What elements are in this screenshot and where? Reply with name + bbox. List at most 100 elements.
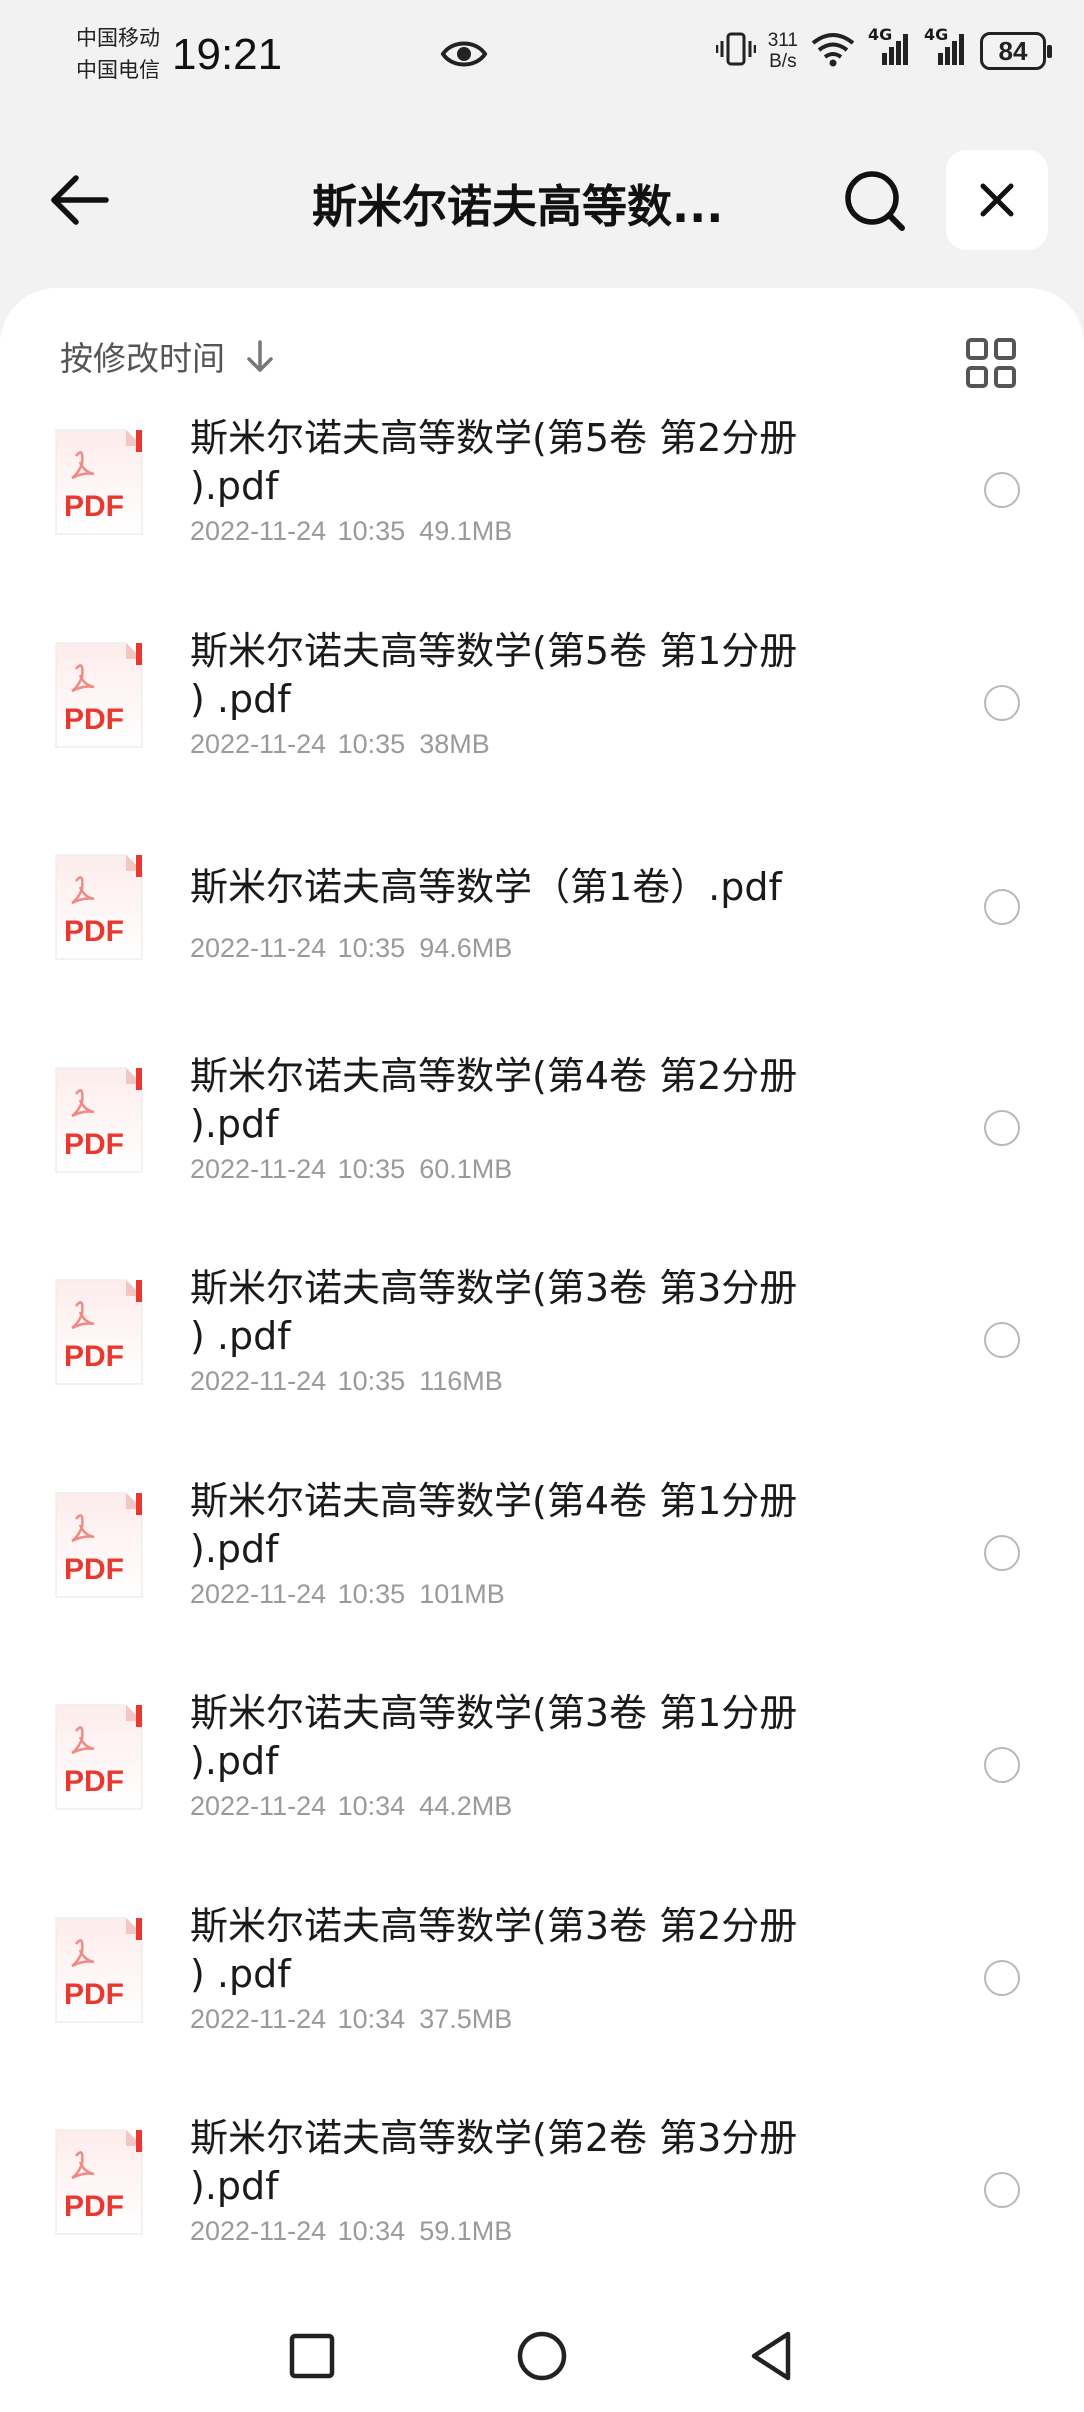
file-date: 2022-11-24 10:34 xyxy=(190,2216,406,2246)
list-item[interactable]: PDF 斯米尔诺夫高等数学(第5卷 第2分册).pdf 2022-11-24 10:… xyxy=(0,408,1084,620)
file-name-line-2: ).pdf xyxy=(190,1102,279,1146)
list-item[interactable]: PDF 斯米尔诺夫高等数学(第4卷 第2分册).pdf 2022-11-24 10:… xyxy=(0,1046,1084,1258)
back-nav-button[interactable] xyxy=(740,2324,804,2388)
file-meta: 2022-11-24 10:35 49.1MB xyxy=(190,516,512,547)
file-date: 2022-11-24 10:35 xyxy=(190,1154,406,1184)
search-icon xyxy=(845,171,905,231)
file-name-line-2: ).pdf xyxy=(190,2164,279,2208)
select-radio[interactable] xyxy=(984,2172,1020,2208)
file-name: 斯米尔诺夫高等数学(第5卷 第2分册).pdf xyxy=(190,414,890,510)
list-item[interactable]: PDF 斯米尔诺夫高等数学(第3卷 第3分册) .pdf 2022-11-24 10… xyxy=(0,1258,1084,1470)
file-meta: 2022-11-24 10:35 38MB xyxy=(190,729,490,760)
file-name-line-1: 斯米尔诺夫高等数学(第3卷 第1分册 xyxy=(190,1691,798,1735)
file-size: 38MB xyxy=(419,729,490,759)
carrier-1: 中国移动 xyxy=(76,26,160,50)
select-radio[interactable] xyxy=(984,1322,1020,1358)
file-name: 斯米尔诺夫高等数学(第3卷 第2分册) .pdf xyxy=(190,1902,890,1998)
file-meta: 2022-11-24 10:34 44.2MB xyxy=(190,1791,512,1822)
file-date: 2022-11-24 10:35 xyxy=(190,933,406,963)
list-item[interactable]: PDF 斯米尔诺夫高等数学(第2卷 第3分册).pdf 2022-11-24 10:… xyxy=(0,2108,1084,2320)
file-date: 2022-11-24 10:35 xyxy=(190,516,406,546)
pdf-file-icon: PDF xyxy=(52,1064,146,1176)
clock: 19:21 xyxy=(172,30,283,79)
file-name-line-1: 斯米尔诺夫高等数学(第4卷 第2分册 xyxy=(190,1054,798,1098)
list-item[interactable]: PDF 斯米尔诺夫高等数学(第4卷 第1分册).pdf 2022-11-24 10:… xyxy=(0,1471,1084,1683)
file-name-line-2: ) .pdf xyxy=(190,1314,291,1358)
pdf-icon-label: PDF xyxy=(64,1978,124,2011)
select-radio[interactable] xyxy=(984,1535,1020,1571)
file-name-line-1: 斯米尔诺夫高等数学（第1卷）.pdf xyxy=(190,865,782,909)
network-type-1: 4G xyxy=(868,25,893,44)
pdf-file-icon: PDF xyxy=(52,851,146,963)
pdf-icon-label: PDF xyxy=(64,1340,124,1373)
recents-button[interactable] xyxy=(280,2324,344,2388)
file-size: 49.1MB xyxy=(419,516,513,546)
network-speed: 311 B/s xyxy=(768,30,798,72)
file-meta: 2022-11-24 10:35 94.6MB xyxy=(190,933,512,964)
search-button[interactable] xyxy=(840,166,910,236)
circle-icon xyxy=(517,2331,567,2381)
file-name: 斯米尔诺夫高等数学(第2卷 第3分册).pdf xyxy=(190,2114,890,2210)
eye-icon xyxy=(440,36,488,76)
pdf-icon-label: PDF xyxy=(64,703,124,736)
pdf-file-icon: PDF xyxy=(52,1914,146,2026)
close-button[interactable] xyxy=(946,150,1048,250)
home-button[interactable] xyxy=(510,2324,574,2388)
select-radio[interactable] xyxy=(984,889,1020,925)
file-name: 斯米尔诺夫高等数学(第5卷 第1分册) .pdf xyxy=(190,627,890,723)
carrier-2: 中国电信 xyxy=(76,58,160,82)
file-date: 2022-11-24 10:34 xyxy=(190,2004,406,2034)
page-title: 斯米尔诺夫高等数... xyxy=(312,180,724,233)
status-bar: 中国移动 中国电信 19:21 311 B/s 4G 4G 84 xyxy=(0,0,1084,118)
vibrate-icon xyxy=(715,31,756,71)
triangle-back-icon xyxy=(751,2331,791,2381)
select-radio[interactable] xyxy=(984,1747,1020,1783)
file-date: 2022-11-24 10:35 xyxy=(190,1366,406,1396)
back-button[interactable] xyxy=(44,168,114,232)
file-meta: 2022-11-24 10:35 60.1MB xyxy=(190,1154,512,1185)
list-item[interactable]: PDF 斯米尔诺夫高等数学（第1卷）.pdf 2022-11-24 10:35 94.… xyxy=(0,833,1084,1045)
sort-control[interactable]: 按修改时间 xyxy=(60,332,277,380)
battery-icon: 84 xyxy=(980,32,1052,70)
battery-level: 84 xyxy=(998,35,1028,66)
file-name: 斯米尔诺夫高等数学(第3卷 第1分册).pdf xyxy=(190,1689,890,1785)
list-item[interactable]: PDF 斯米尔诺夫高等数学(第3卷 第1分册).pdf 2022-11-24 10:… xyxy=(0,1683,1084,1895)
list-item[interactable]: PDF 斯米尔诺夫高等数学(第5卷 第1分册) .pdf 2022-11-24 10… xyxy=(0,621,1084,833)
file-size: 59.1MB xyxy=(419,2216,513,2246)
system-nav-bar xyxy=(0,2300,1084,2412)
file-name-line-2: ).pdf xyxy=(190,1527,279,1571)
select-radio[interactable] xyxy=(984,1110,1020,1146)
file-name-line-1: 斯米尔诺夫高等数学(第3卷 第2分册 xyxy=(190,1904,798,1948)
file-size: 94.6MB xyxy=(419,933,513,963)
pdf-icon-label: PDF xyxy=(64,2190,124,2223)
select-radio[interactable] xyxy=(984,472,1020,508)
grid-view-button[interactable] xyxy=(962,334,1020,392)
file-date: 2022-11-24 10:35 xyxy=(190,729,406,759)
file-meta: 2022-11-24 10:34 59.1MB xyxy=(190,2216,512,2247)
top-app-bar: 斯米尔诺夫高等数... xyxy=(0,140,1084,260)
speed-unit: B/s xyxy=(769,51,797,72)
file-meta: 2022-11-24 10:35 101MB xyxy=(190,1579,505,1610)
file-size: 101MB xyxy=(419,1579,505,1609)
file-name: 斯米尔诺夫高等数学（第1卷）.pdf xyxy=(190,863,890,911)
pdf-file-icon: PDF xyxy=(52,426,146,538)
file-list-card: 按修改时间 PDF 斯米尔诺夫高等数学(第5卷 第2分册).pdf 2022-11-… xyxy=(0,288,1084,2412)
file-name-line-2: ) .pdf xyxy=(190,677,291,721)
square-icon xyxy=(289,2333,335,2379)
signal-2-icon: 4G xyxy=(924,25,968,71)
file-size: 37.5MB xyxy=(419,2004,513,2034)
sort-label: 按修改时间 xyxy=(60,339,225,378)
pdf-file-icon: PDF xyxy=(52,1489,146,1601)
file-name: 斯米尔诺夫高等数学(第4卷 第2分册).pdf xyxy=(190,1052,890,1148)
file-name: 斯米尔诺夫高等数学(第3卷 第3分册) .pdf xyxy=(190,1264,890,1360)
select-radio[interactable] xyxy=(984,1960,1020,1996)
list-item[interactable]: PDF 斯米尔诺夫高等数学(第3卷 第2分册) .pdf 2022-11-24 10… xyxy=(0,1896,1084,2108)
close-icon xyxy=(980,183,1014,217)
file-name-line-2: ).pdf xyxy=(190,1739,279,1783)
select-radio[interactable] xyxy=(984,685,1020,721)
pdf-icon-label: PDF xyxy=(64,1765,124,1798)
file-name-line-1: 斯米尔诺夫高等数学(第3卷 第3分册 xyxy=(190,1266,798,1310)
pdf-icon-label: PDF xyxy=(64,915,124,948)
file-name-line-1: 斯米尔诺夫高等数学(第4卷 第1分册 xyxy=(190,1479,798,1523)
grid-icon xyxy=(966,338,1016,388)
